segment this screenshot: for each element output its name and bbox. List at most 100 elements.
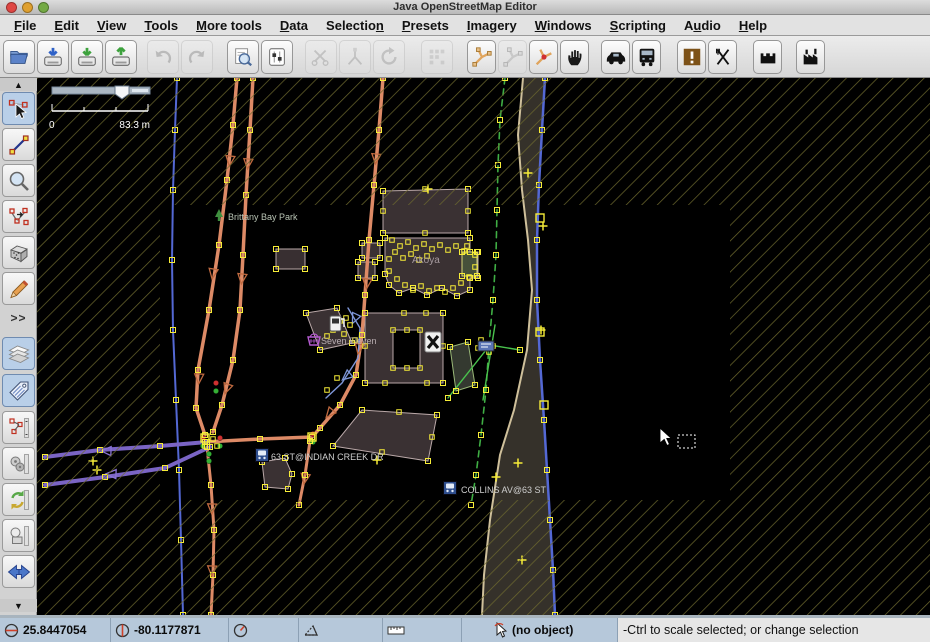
sidebar-button-layers[interactable] — [2, 337, 35, 370]
menu-bar: FileEditViewToolsMore toolsDataSelection… — [0, 15, 930, 36]
angle-icon — [303, 623, 319, 637]
menu-item-imagery[interactable]: Imagery — [458, 18, 526, 33]
toolbar-button-junction-orange[interactable] — [467, 40, 496, 74]
sidebar-button-map-paint[interactable] — [2, 519, 35, 552]
toolbar-button-junction-gray — [498, 40, 527, 74]
toolbar-button-hand[interactable] — [560, 40, 589, 74]
redo-icon — [186, 46, 208, 68]
factory-icon — [800, 46, 822, 68]
hand-icon — [564, 46, 586, 68]
menu-item-scripting[interactable]: Scripting — [601, 18, 675, 33]
bus-icon[interactable] — [256, 449, 269, 462]
sidebar-button-changeset[interactable] — [2, 483, 35, 516]
undo-icon — [152, 46, 174, 68]
map-canvas[interactable]: Brittany Bay ParkAkoyaSeven Eleven63 ST@… — [37, 78, 930, 615]
sidebar-button-tags[interactable] — [2, 374, 35, 407]
junction-red-icon — [533, 46, 555, 68]
object-value: (no object) — [512, 623, 573, 637]
update-data-icon — [378, 46, 400, 68]
toolbar-button-redo — [181, 40, 213, 74]
sidebar-button-command-stack[interactable] — [2, 447, 35, 480]
toolbar-button-undo — [147, 40, 179, 74]
scale-left-label: 0 — [49, 120, 55, 131]
save-icon — [42, 46, 64, 68]
download-icon — [76, 46, 98, 68]
sidebar-more-button[interactable]: >> — [0, 311, 37, 325]
menu-item-windows[interactable]: Windows — [526, 18, 601, 33]
bus-icon — [636, 46, 658, 68]
sidebar-button-zoom[interactable] — [2, 164, 35, 197]
scale-right-label: 83.3 m — [119, 120, 150, 131]
toolbar-button-search-preferences[interactable] — [227, 40, 259, 74]
main-toolbar — [0, 36, 930, 78]
menu-item-more-tools[interactable]: More tools — [187, 18, 271, 33]
selection-list-icon — [7, 416, 31, 440]
toolbar-button-upload[interactable] — [105, 40, 137, 74]
sidebar-button-extrude[interactable] — [2, 236, 35, 269]
grid-icon — [426, 46, 448, 68]
pencil-icon — [7, 277, 31, 301]
castle-icon — [757, 46, 779, 68]
object-cell: (no object) — [489, 618, 618, 642]
sidebar-button-selection-list[interactable] — [2, 411, 35, 444]
menu-item-tools[interactable]: Tools — [135, 18, 187, 33]
warning-icon — [681, 46, 703, 68]
side-toolbar: ▲ >> ▼ — [0, 78, 37, 615]
status-help-text: -Ctrl to scale selected; or change selec… — [618, 618, 930, 642]
toolbar-button-bus[interactable] — [632, 40, 661, 74]
map-label: Akoya — [412, 255, 440, 266]
upload-icon — [110, 46, 132, 68]
object-cursor-icon — [493, 622, 508, 638]
toolbar-button-warning[interactable] — [677, 40, 706, 74]
map-label: COLLINS AV@63 ST — [461, 485, 547, 495]
toolbar-button-grid — [421, 40, 453, 74]
toolbar-button-restaurant[interactable] — [708, 40, 737, 74]
bus-icon[interactable] — [444, 482, 457, 495]
toolbar-button-split-way — [305, 40, 337, 74]
toolbar-button-combine-way — [339, 40, 371, 74]
menu-item-data[interactable]: Data — [271, 18, 317, 33]
toolbar-button-update-data — [373, 40, 405, 74]
latitude-value: 25.8447054 — [23, 623, 86, 637]
area-building-small[interactable] — [276, 249, 305, 269]
toolbar-button-car[interactable] — [601, 40, 630, 74]
toolbar-button-save[interactable] — [37, 40, 69, 74]
junction-gray-icon — [502, 46, 524, 68]
menu-item-file[interactable]: File — [5, 18, 45, 33]
toolbar-button-factory[interactable] — [796, 40, 825, 74]
toolbar-button-open[interactable] — [3, 40, 35, 74]
menu-item-presets[interactable]: Presets — [393, 18, 458, 33]
toolbar-button-junction-red[interactable] — [529, 40, 558, 74]
window-title: Java OpenStreetMap Editor — [0, 1, 930, 13]
menu-item-edit[interactable]: Edit — [45, 18, 88, 33]
title-bar[interactable]: Java OpenStreetMap Editor — [0, 0, 930, 15]
toolbar-button-castle[interactable] — [753, 40, 782, 74]
menu-item-selection[interactable]: Selection — [317, 18, 393, 33]
menu-item-view[interactable]: View — [88, 18, 135, 33]
command-stack-icon — [7, 452, 31, 476]
sidebar-scroll-up[interactable]: ▲ — [0, 78, 37, 91]
sidebar-button-draw[interactable] — [2, 128, 35, 161]
changeset-icon — [7, 488, 31, 512]
select-icon — [7, 97, 31, 121]
menu-item-audio[interactable]: Audio — [675, 18, 730, 33]
map-label: Brittany Bay Park — [228, 212, 298, 222]
toolbar-button-download[interactable] — [71, 40, 103, 74]
status-spacer — [462, 618, 489, 642]
car-icon — [605, 46, 627, 68]
mini-blue-icon[interactable] — [478, 341, 494, 351]
heading-cell — [229, 618, 299, 642]
toolbar-button-preferences[interactable] — [261, 40, 293, 74]
menu-item-help[interactable]: Help — [730, 18, 776, 33]
angle-cell — [299, 618, 383, 642]
map-label: 63 ST@INDIAN CREEK DR — [271, 452, 384, 462]
dimension-cell — [383, 618, 462, 642]
sidebar-button-select[interactable] — [2, 92, 35, 125]
area-akoya-courtyard[interactable] — [462, 252, 477, 276]
heading-icon — [233, 623, 248, 638]
sidebar-button-conflict[interactable] — [2, 555, 35, 588]
sidebar-button-improve-accuracy[interactable] — [2, 200, 35, 233]
sidebar-scroll-down[interactable]: ▼ — [0, 599, 37, 612]
sidebar-button-pencil[interactable] — [2, 272, 35, 305]
x-marker-icon[interactable] — [425, 332, 441, 352]
